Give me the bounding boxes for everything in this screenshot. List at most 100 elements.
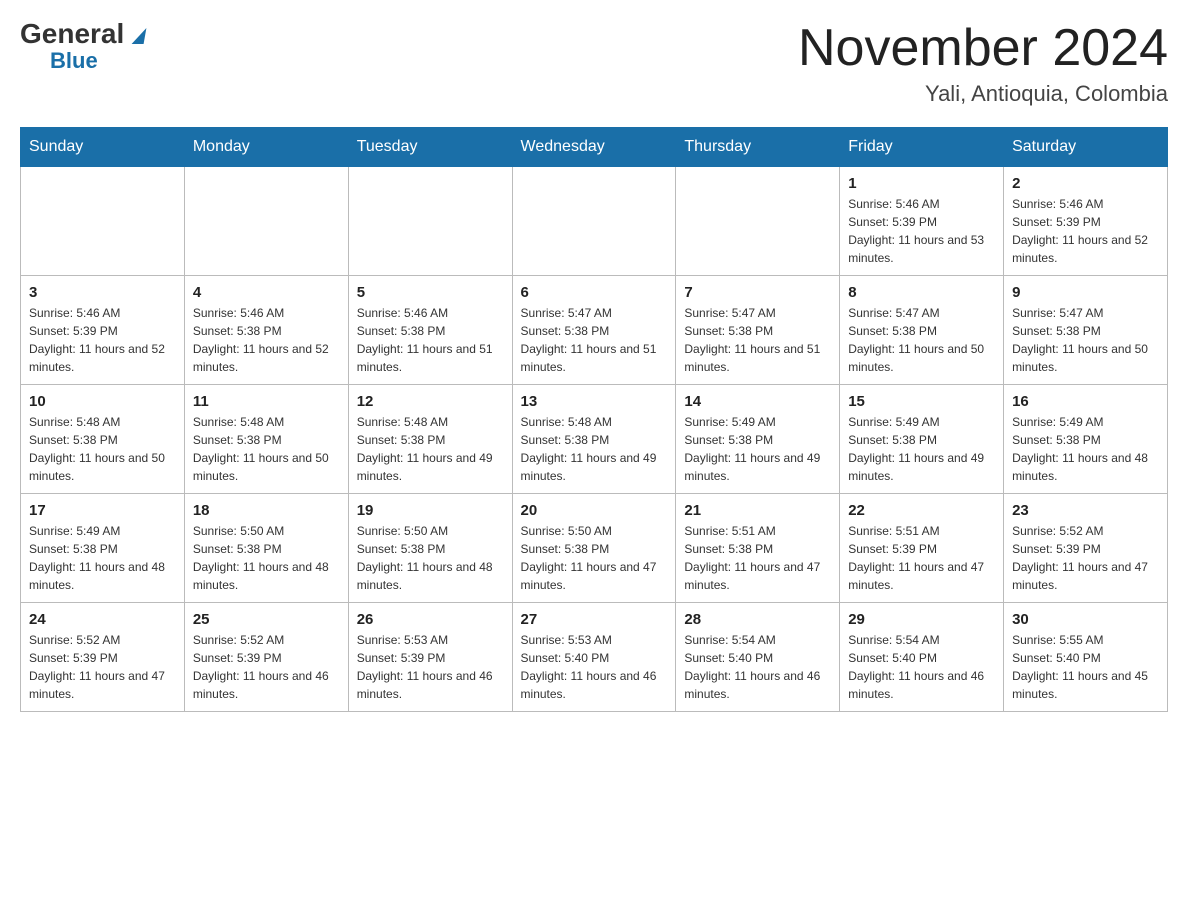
day-number: 6 <box>521 284 668 301</box>
logo-general-text: General <box>20 20 145 48</box>
week-row: 17 Sunrise: 5:49 AM Sunset: 5:38 PM Dayli… <box>21 494 1168 603</box>
calendar-cell: 10Sunrise: 5:48 AM Sunset: 5:38 PM Dayli… <box>21 385 185 494</box>
day-info: Sunrise: 5:53 AM Sunset: 5:39 PM Dayligh… <box>357 631 504 703</box>
calendar-cell: 22 Sunrise: 5:51 AM Sunset: 5:39 PM Dayli… <box>840 494 1004 603</box>
day-number: 29 <box>848 611 995 628</box>
day-info: Sunrise: 5:52 AM Sunset: 5:39 PM Dayligh… <box>29 631 176 703</box>
day-number: 30 <box>1012 611 1159 628</box>
day-info: Sunrise: 5:47 AM Sunset: 5:38 PM Dayligh… <box>848 304 995 376</box>
day-number: 25 <box>193 611 340 628</box>
week-row: 24 Sunrise: 5:52 AM Sunset: 5:39 PM Dayli… <box>21 603 1168 712</box>
calendar-cell: 12 Sunrise: 5:48 AM Sunset: 5:38 PM Dayli… <box>348 385 512 494</box>
day-of-week-header: Sunday <box>21 128 185 167</box>
day-number: 14 <box>684 393 831 410</box>
calendar-cell: 5 Sunrise: 5:46 AM Sunset: 5:38 PM Daylig… <box>348 276 512 385</box>
calendar-cell: 9 Sunrise: 5:47 AM Sunset: 5:38 PM Daylig… <box>1004 276 1168 385</box>
day-number: 28 <box>684 611 831 628</box>
day-of-week-header: Wednesday <box>512 128 676 167</box>
day-info: Sunrise: 5:47 AM Sunset: 5:38 PM Dayligh… <box>521 304 668 376</box>
calendar-cell: 20Sunrise: 5:50 AM Sunset: 5:38 PM Dayli… <box>512 494 676 603</box>
calendar-cell: 24 Sunrise: 5:52 AM Sunset: 5:39 PM Dayli… <box>21 603 185 712</box>
day-number: 1 <box>848 175 995 192</box>
day-number: 10 <box>29 393 176 410</box>
day-info: Sunrise: 5:49 AM Sunset: 5:38 PM Dayligh… <box>684 413 831 485</box>
day-info: Sunrise: 5:50 AM Sunset: 5:38 PM Dayligh… <box>193 522 340 594</box>
calendar-cell: 27 Sunrise: 5:53 AM Sunset: 5:40 PM Dayli… <box>512 603 676 712</box>
day-info: Sunrise: 5:51 AM Sunset: 5:38 PM Dayligh… <box>684 522 831 594</box>
day-number: 11 <box>193 393 340 410</box>
calendar-cell: 11 Sunrise: 5:48 AM Sunset: 5:38 PM Dayli… <box>184 385 348 494</box>
day-number: 3 <box>29 284 176 301</box>
calendar-cell: 19Sunrise: 5:50 AM Sunset: 5:38 PM Dayli… <box>348 494 512 603</box>
week-row: 1 Sunrise: 5:46 AM Sunset: 5:39 PM Daylig… <box>21 167 1168 276</box>
day-number: 18 <box>193 502 340 519</box>
day-number: 19 <box>357 502 504 519</box>
day-info: Sunrise: 5:48 AM Sunset: 5:38 PM Dayligh… <box>521 413 668 485</box>
day-info: Sunrise: 5:52 AM Sunset: 5:39 PM Dayligh… <box>1012 522 1159 594</box>
calendar-cell: 26 Sunrise: 5:53 AM Sunset: 5:39 PM Dayli… <box>348 603 512 712</box>
day-number: 4 <box>193 284 340 301</box>
week-row: 10 Sunrise: 5:48 AM Sunset: 5:38 PM Dayli… <box>21 385 1168 494</box>
logo-blue-text: Blue <box>50 48 98 74</box>
day-number: 2 <box>1012 175 1159 192</box>
calendar-cell: 3 Sunrise: 5:46 AM Sunset: 5:39 PM Daylig… <box>21 276 185 385</box>
day-number: 8 <box>848 284 995 301</box>
calendar-cell: 23Sunrise: 5:52 AM Sunset: 5:39 PM Dayli… <box>1004 494 1168 603</box>
calendar-title: November 2024 <box>798 20 1168 77</box>
calendar-cell: 15Sunrise: 5:49 AM Sunset: 5:38 PM Dayli… <box>840 385 1004 494</box>
calendar-cell: 4 Sunrise: 5:46 AM Sunset: 5:38 PM Daylig… <box>184 276 348 385</box>
day-info: Sunrise: 5:46 AM Sunset: 5:39 PM Dayligh… <box>29 304 176 376</box>
day-number: 9 <box>1012 284 1159 301</box>
day-number: 24 <box>29 611 176 628</box>
calendar-cell: 29Sunrise: 5:54 AM Sunset: 5:40 PM Dayli… <box>840 603 1004 712</box>
calendar-cell: 6 Sunrise: 5:47 AM Sunset: 5:38 PM Daylig… <box>512 276 676 385</box>
calendar-cell: 8 Sunrise: 5:47 AM Sunset: 5:38 PM Daylig… <box>840 276 1004 385</box>
calendar-cell: 7Sunrise: 5:47 AM Sunset: 5:38 PM Daylig… <box>676 276 840 385</box>
day-info: Sunrise: 5:46 AM Sunset: 5:39 PM Dayligh… <box>848 195 995 267</box>
day-number: 17 <box>29 502 176 519</box>
calendar-cell: 21 Sunrise: 5:51 AM Sunset: 5:38 PM Dayli… <box>676 494 840 603</box>
day-of-week-header: Saturday <box>1004 128 1168 167</box>
day-number: 21 <box>684 502 831 519</box>
day-info: Sunrise: 5:46 AM Sunset: 5:38 PM Dayligh… <box>357 304 504 376</box>
day-number: 22 <box>848 502 995 519</box>
day-of-week-header: Friday <box>840 128 1004 167</box>
day-info: Sunrise: 5:48 AM Sunset: 5:38 PM Dayligh… <box>193 413 340 485</box>
calendar-cell: 30 Sunrise: 5:55 AM Sunset: 5:40 PM Dayli… <box>1004 603 1168 712</box>
calendar-cell: 13 Sunrise: 5:48 AM Sunset: 5:38 PM Dayli… <box>512 385 676 494</box>
day-info: Sunrise: 5:48 AM Sunset: 5:38 PM Dayligh… <box>357 413 504 485</box>
day-info: Sunrise: 5:46 AM Sunset: 5:38 PM Dayligh… <box>193 304 340 376</box>
calendar-cell <box>348 167 512 276</box>
day-number: 5 <box>357 284 504 301</box>
day-info: Sunrise: 5:49 AM Sunset: 5:38 PM Dayligh… <box>848 413 995 485</box>
day-info: Sunrise: 5:49 AM Sunset: 5:38 PM Dayligh… <box>29 522 176 594</box>
day-of-week-header: Monday <box>184 128 348 167</box>
day-info: Sunrise: 5:55 AM Sunset: 5:40 PM Dayligh… <box>1012 631 1159 703</box>
calendar-cell: 14 Sunrise: 5:49 AM Sunset: 5:38 PM Dayli… <box>676 385 840 494</box>
calendar-cell <box>676 167 840 276</box>
calendar-cell <box>512 167 676 276</box>
day-info: Sunrise: 5:53 AM Sunset: 5:40 PM Dayligh… <box>521 631 668 703</box>
page-header: General Blue November 2024 Yali, Antioqu… <box>20 20 1168 107</box>
title-block: November 2024 Yali, Antioquia, Colombia <box>798 20 1168 107</box>
calendar-cell <box>184 167 348 276</box>
day-of-week-header: Thursday <box>676 128 840 167</box>
calendar-cell: 18 Sunrise: 5:50 AM Sunset: 5:38 PM Dayli… <box>184 494 348 603</box>
calendar-cell: 28 Sunrise: 5:54 AM Sunset: 5:40 PM Dayli… <box>676 603 840 712</box>
day-number: 27 <box>521 611 668 628</box>
day-number: 12 <box>357 393 504 410</box>
calendar-cell: 1 Sunrise: 5:46 AM Sunset: 5:39 PM Daylig… <box>840 167 1004 276</box>
day-info: Sunrise: 5:49 AM Sunset: 5:38 PM Dayligh… <box>1012 413 1159 485</box>
day-info: Sunrise: 5:51 AM Sunset: 5:39 PM Dayligh… <box>848 522 995 594</box>
day-number: 26 <box>357 611 504 628</box>
day-info: Sunrise: 5:50 AM Sunset: 5:38 PM Dayligh… <box>521 522 668 594</box>
day-info: Sunrise: 5:54 AM Sunset: 5:40 PM Dayligh… <box>684 631 831 703</box>
week-row: 3 Sunrise: 5:46 AM Sunset: 5:39 PM Daylig… <box>21 276 1168 385</box>
day-info: Sunrise: 5:47 AM Sunset: 5:38 PM Dayligh… <box>684 304 831 376</box>
logo: General Blue <box>20 20 145 74</box>
calendar-cell: 25Sunrise: 5:52 AM Sunset: 5:39 PM Dayli… <box>184 603 348 712</box>
day-info: Sunrise: 5:47 AM Sunset: 5:38 PM Dayligh… <box>1012 304 1159 376</box>
day-of-week-header: Tuesday <box>348 128 512 167</box>
day-number: 13 <box>521 393 668 410</box>
calendar-cell: 16Sunrise: 5:49 AM Sunset: 5:38 PM Dayli… <box>1004 385 1168 494</box>
